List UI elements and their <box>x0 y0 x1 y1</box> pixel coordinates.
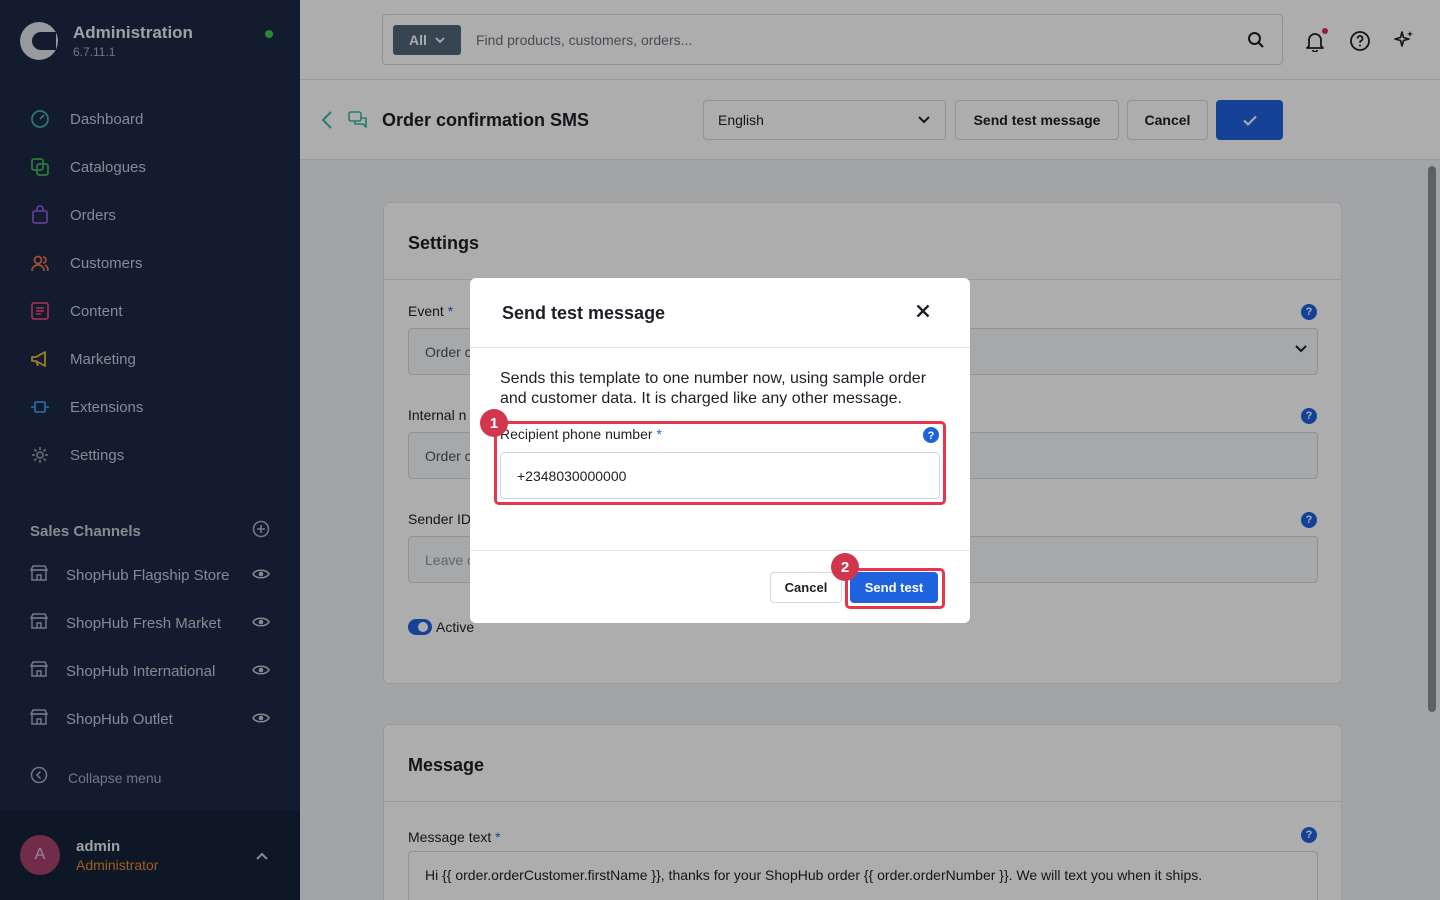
step-badge-2: 2 <box>831 553 859 581</box>
divider <box>470 550 970 551</box>
modal-description: Sends this template to one number now, u… <box>500 370 927 407</box>
highlight-send-button <box>845 568 945 609</box>
close-icon[interactable] <box>916 304 930 323</box>
divider <box>470 347 970 348</box>
step-badge-1: 1 <box>480 409 508 437</box>
modal-title: Send test message <box>502 303 666 323</box>
modal-cancel-button[interactable]: Cancel <box>770 572 842 603</box>
highlight-phone-field <box>494 421 946 505</box>
